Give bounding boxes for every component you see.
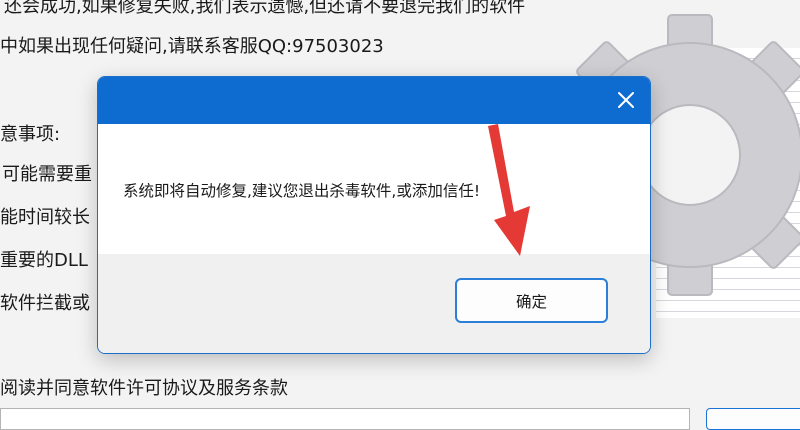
dialog-footer: 确定 xyxy=(98,254,650,353)
close-button[interactable] xyxy=(610,84,642,116)
background-text-line: 软件拦截或 xyxy=(0,293,90,314)
background-text-line: 中如果出现任何疑问,请联系客服QQ:97503023 xyxy=(0,36,384,57)
background-text-line: 还会成功,如果修复失败,我们表示遗憾,但还请不要退完我们的软件 xyxy=(4,0,526,17)
background-text-line: 能时间较长 xyxy=(0,207,90,228)
dialog-content: 系统即将自动修复,建议您退出杀毒软件,或添加信任! xyxy=(98,124,650,254)
background-text-line: 重要的DLL xyxy=(0,250,88,271)
dialog-titlebar xyxy=(98,77,650,124)
background-button[interactable] xyxy=(706,408,800,430)
ok-button[interactable]: 确定 xyxy=(455,278,608,323)
background-input-field[interactable] xyxy=(0,408,690,430)
close-icon xyxy=(618,92,634,108)
agreement-text[interactable]: 阅读并同意软件许可协议及服务条款 xyxy=(0,374,288,400)
dialog-message: 系统即将自动修复,建议您退出杀毒软件,或添加信任! xyxy=(123,182,481,200)
background-text-line: 可能需要重 xyxy=(2,164,92,185)
message-dialog: 系统即将自动修复,建议您退出杀毒软件,或添加信任! 确定 xyxy=(97,76,651,354)
background-text-line: 意事项: xyxy=(0,124,61,145)
